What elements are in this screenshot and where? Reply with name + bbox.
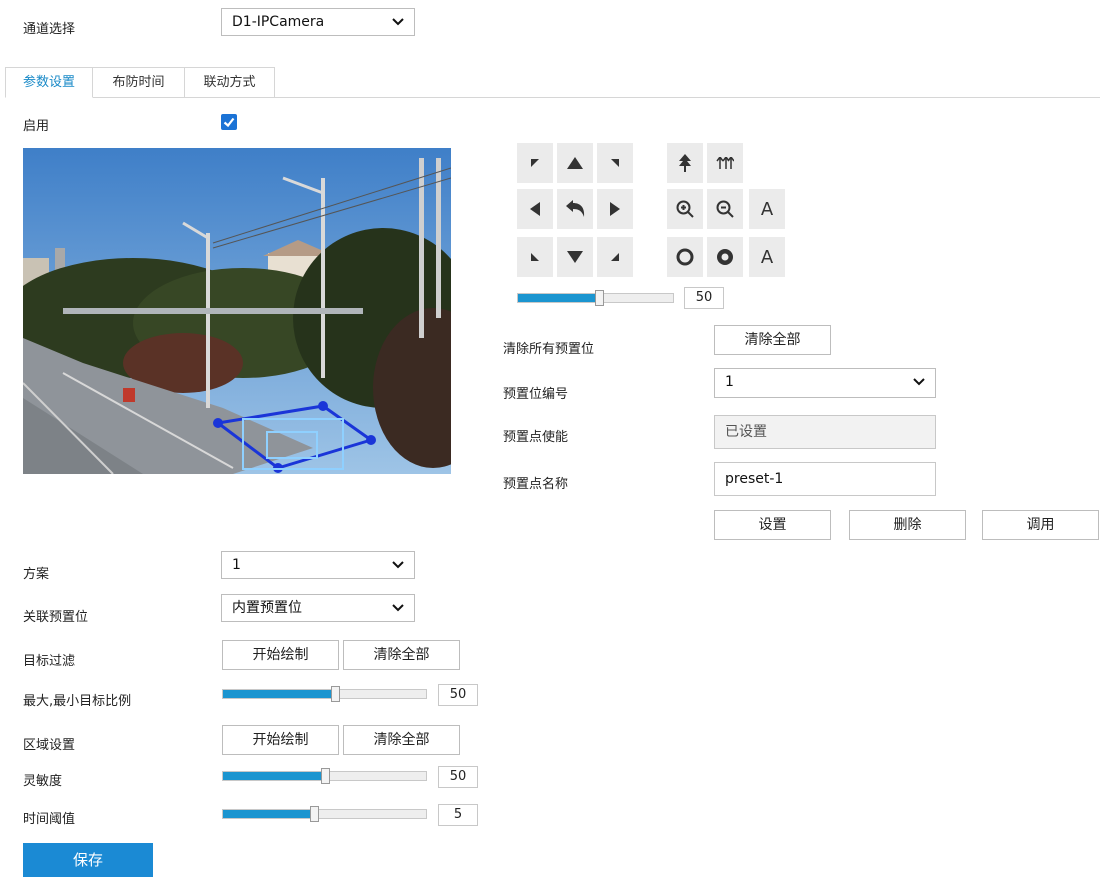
scheme-select[interactable]: 1 (221, 551, 415, 579)
area-clear-button[interactable]: 清除全部 (343, 725, 460, 755)
set-preset-button[interactable]: 设置 (714, 510, 831, 540)
channel-label: 通道选择 (23, 22, 76, 37)
time-threshold-thumb[interactable] (310, 806, 320, 822)
ratio-label: 最大,最小目标比例 (23, 694, 132, 709)
tab-bar: 参数设置 布防时间 联动方式 (5, 67, 1100, 98)
ratio-fill (223, 690, 335, 698)
ptz-control-panel: A A (517, 143, 791, 277)
auto-b-label: A (760, 246, 774, 268)
iris-open-icon[interactable] (667, 237, 703, 277)
arrow-right-icon[interactable] (597, 189, 633, 229)
chevron-down-icon (392, 18, 404, 26)
target-filter-label: 目标过滤 (23, 654, 76, 669)
ptz-speed-value[interactable]: 50 (684, 287, 724, 309)
time-threshold-label: 时间阈值 (23, 812, 76, 827)
tab-params-label: 参数设置 (22, 75, 75, 90)
related-preset-value: 内置预置位 (232, 600, 302, 616)
target-filter-draw-button[interactable]: 开始绘制 (222, 640, 339, 670)
related-preset-label: 关联预置位 (23, 610, 89, 625)
call-preset-button[interactable]: 调用 (982, 510, 1099, 540)
tree-up-icon[interactable] (667, 143, 703, 183)
sensitivity-label: 灵敏度 (23, 774, 63, 789)
tab-schedule-label: 布防时间 (112, 75, 165, 90)
arrow-up-left-icon[interactable] (517, 143, 553, 183)
sensitivity-thumb[interactable] (320, 768, 330, 784)
home-return-icon[interactable] (557, 189, 593, 229)
focus-icon[interactable] (707, 143, 743, 183)
scheme-label: 方案 (23, 567, 50, 582)
channel-select[interactable]: D1-IPCamera (221, 8, 415, 36)
delete-preset-button[interactable]: 删除 (849, 510, 966, 540)
time-threshold-value[interactable]: 5 (438, 804, 478, 826)
arrow-down-left-icon[interactable] (517, 237, 553, 277)
tab-params[interactable]: 参数设置 (5, 67, 93, 98)
preset-name-input[interactable]: preset-1 (714, 462, 936, 496)
ptz-speed-slider[interactable] (517, 290, 674, 306)
chevron-down-icon (392, 561, 404, 569)
iris-close-icon[interactable] (707, 237, 743, 277)
ratio-slider[interactable] (222, 686, 427, 702)
check-icon (223, 117, 235, 128)
ratio-thumb[interactable] (330, 686, 340, 702)
arrow-up-icon[interactable] (557, 143, 593, 183)
time-threshold-slider[interactable] (222, 806, 427, 822)
enable-label: 启用 (23, 119, 50, 134)
save-button[interactable]: 保存 (23, 843, 153, 877)
target-filter-clear-button[interactable]: 清除全部 (343, 640, 460, 670)
arrow-down-right-icon[interactable] (597, 237, 633, 277)
ptz-speed-thumb[interactable] (594, 290, 604, 306)
zoom-out-icon[interactable] (707, 189, 743, 229)
preset-number-value: 1 (725, 374, 734, 390)
arrow-down-icon[interactable] (557, 237, 593, 277)
sensitivity-value[interactable]: 50 (438, 766, 478, 788)
channel-select-value: D1-IPCamera (232, 14, 325, 30)
chevron-down-icon (392, 604, 404, 612)
auto-a-icon[interactable]: A (749, 189, 785, 229)
chevron-down-icon (913, 378, 925, 386)
ptz-speed-fill (518, 294, 599, 302)
preset-name-label: 预置点名称 (503, 477, 569, 492)
video-preview[interactable] (23, 148, 451, 474)
related-preset-select[interactable]: 内置预置位 (221, 594, 415, 622)
arrow-up-right-icon[interactable] (597, 143, 633, 183)
auto-b-icon[interactable]: A (749, 237, 785, 277)
tab-schedule[interactable]: 布防时间 (92, 67, 185, 97)
auto-a-label: A (760, 198, 774, 220)
area-draw-button[interactable]: 开始绘制 (222, 725, 339, 755)
preset-enable-label: 预置点使能 (503, 430, 569, 445)
preset-enable-field: 已设置 (714, 415, 936, 449)
clear-presets-label: 清除所有预置位 (503, 342, 595, 357)
sensitivity-fill (223, 772, 325, 780)
enable-checkbox[interactable] (221, 114, 237, 130)
clear-presets-button[interactable]: 清除全部 (714, 325, 831, 355)
preset-number-label: 预置位编号 (503, 387, 569, 402)
sensitivity-slider[interactable] (222, 768, 427, 784)
preset-number-select[interactable]: 1 (714, 368, 936, 398)
tab-linkage[interactable]: 联动方式 (184, 67, 275, 97)
zoom-in-icon[interactable] (667, 189, 703, 229)
scheme-value: 1 (232, 557, 241, 573)
time-threshold-fill (223, 810, 315, 818)
area-label: 区域设置 (23, 738, 76, 753)
ratio-value[interactable]: 50 (438, 684, 478, 706)
arrow-left-icon[interactable] (517, 189, 553, 229)
tab-linkage-label: 联动方式 (203, 75, 256, 90)
